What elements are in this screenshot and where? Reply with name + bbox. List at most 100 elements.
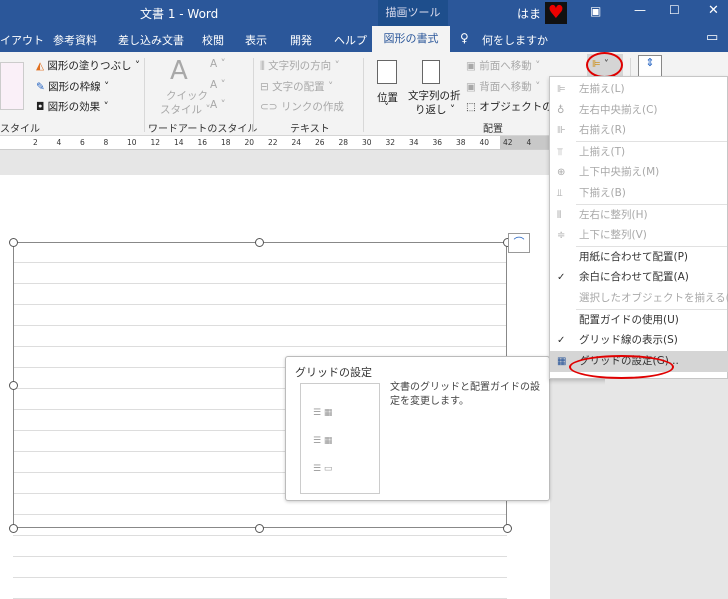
menu-item-label: 選択したオブジェクトを揃える(O) [579,292,728,304]
close-icon[interactable]: ✕ [708,3,719,18]
shape-fill-button[interactable]: ◭ 図形の塗りつぶし ˅ [36,58,140,73]
ruler-tick-label: 20 [244,138,255,147]
wrap-text-button[interactable]: 文字列の折 [408,88,461,103]
gridline [13,577,507,578]
menu-item[interactable]: 用紙に合わせて配置(P) [550,247,728,268]
align-bottom-icon: ⫫ [557,188,563,199]
ruler-tick-label: 22 [268,138,278,147]
tell-me-search[interactable]: 何をしますか [482,32,548,48]
annotation-circle [586,52,623,78]
menu-item-label: 左右中央揃え(C) [579,103,658,116]
menu-item[interactable]: ♁ 左右中央揃え(C) [550,100,728,121]
menu-item-label: 右揃え(R) [579,124,626,137]
context-tab-label: 描画ツール [378,0,448,26]
avatar[interactable]: ♥ [545,2,567,24]
menu-item[interactable]: 配置ガイドの使用(U) [550,310,728,331]
ruler-tick-label: 38 [456,138,466,147]
ruler-tick-label: 10 [127,138,137,147]
align-top-icon: ⫪ [557,146,563,158]
tab-references[interactable]: 参考資料 [53,32,97,48]
menu-item[interactable]: 選択したオブジェクトを揃える(O) [550,288,728,309]
shape-effect-button[interactable]: ◘ 図形の効果 ˅ [36,99,109,114]
checkmark-icon: ✓ [557,272,566,284]
text-align-button[interactable]: ⊟ 文字の配置 ˅ [260,79,333,94]
minimize-icon[interactable]: — [634,3,646,17]
ruler-tick-label: 34 [409,138,419,147]
ruler-tick-label: 40 [479,138,490,147]
gridline [13,556,507,557]
ribbon-tabs: イアウト 参考資料 差し込み文書 校閲 表示 開発 ヘルプ 図形の書式 ♀ 何を… [0,26,728,52]
menu-item[interactable]: ✓ グリッド線の表示(S) [550,330,728,351]
menu-item-label: 上揃え(T) [579,145,626,158]
tab-developer[interactable]: 開発 [290,32,312,48]
shape-style-gallery[interactable] [0,62,24,110]
maximize-icon[interactable]: ☐ [669,3,680,17]
text-fill-icon[interactable]: A ˅ [210,58,226,70]
quick-styles-button[interactable]: スタイル ˅ [160,102,211,117]
resize-handle[interactable] [255,238,264,247]
menu-item[interactable]: ≑ 上下に整列(V) [550,225,728,246]
menu-item[interactable]: ⊕ 上下中央揃え(M) [550,162,728,183]
tab-shape-format[interactable]: 図形の書式 [372,26,450,52]
grid-icon: ▦ [557,355,567,367]
menu-item[interactable]: ⫴ 左右に整列(H) [550,205,728,226]
menu-item-label: 用紙に合わせて配置(P) [579,250,689,263]
ruler-tick-label: 28 [338,138,349,147]
text-direction-button[interactable]: ⫼ 文字列の方向 ˅ [260,58,340,73]
menu-item-label: 下揃え(B) [579,187,626,199]
menu-item[interactable]: ⊫ 左揃え(L) [550,79,728,100]
layout-options-icon[interactable]: ⌒ [508,233,530,253]
tooltip-illustration: ☰ ▦ ☰ ▦ ☰ ▭ [300,383,380,494]
menu-item-label: 余白に合わせて配置(A) [579,271,689,284]
text-outline-icon[interactable]: A ˅ [210,79,226,91]
group-label-wordart: ワードアートのスタイル [148,124,258,135]
ruler-tick-label: 18 [221,138,231,147]
wrap-text-icon[interactable] [422,60,440,84]
ruler-tick-label: 32 [385,138,396,147]
ruler-tick-label: 14 [174,138,184,147]
align-middle-icon: ⊕ [557,167,566,179]
resize-handle[interactable] [255,524,264,533]
menu-item[interactable]: ⫫ 下揃え(B) [550,183,728,204]
tab-mailings[interactable]: 差し込み文書 [118,32,184,48]
align-center-icon: ♁ [557,104,565,116]
menu-item[interactable]: ⊪ 右揃え(R) [550,120,728,141]
tab-review[interactable]: 校閲 [202,32,224,48]
tab-layout[interactable]: イアウト [0,32,44,48]
wordart-a-icon: A [170,56,188,86]
text-effect-icon[interactable]: A ˅ [210,99,226,111]
ruler-tick-label: 24 [291,138,302,147]
resize-handle[interactable] [9,238,18,247]
group-label-styles: スタイル [0,124,40,135]
tooltip-title: グリッドの設定 [295,366,372,379]
ruler-tick-label: 4 [526,138,532,147]
create-link-button[interactable]: ⊂⊃ リンクの作成 [260,99,344,114]
ruler-tick-label: 12 [150,138,161,147]
send-backward-button[interactable]: ▣ 背面へ移動 ˅ [466,79,540,94]
tab-view[interactable]: 表示 [245,32,267,48]
ribbon-display-icon[interactable]: ▣ [590,4,601,18]
quick-styles-label[interactable]: クイック [166,88,208,103]
resize-handle[interactable] [9,524,18,533]
bring-forward-button[interactable]: ▣ 前面へ移動 ˅ [466,58,540,73]
resize-handle[interactable] [9,381,18,390]
ruler-tick-label: 30 [362,138,372,147]
menu-item[interactable]: ✓ 余白に合わせて配置(A) [550,267,728,288]
annotation-circle [569,355,674,379]
group-label-text: テキスト [290,124,330,135]
distribute-vertical-icon: ≑ [557,230,566,242]
tab-help[interactable]: ヘルプ [334,32,367,48]
shape-outline-button[interactable]: ✎ 図形の枠線 ˅ [36,79,109,94]
menu-item[interactable]: ⫪ 上揃え(T) [550,142,728,163]
menu-item-label: 上下中央揃え(M) [579,166,660,179]
user-name[interactable]: はま [517,5,541,22]
menu-item-label: 配置ガイドの使用(U) [579,313,679,326]
ruler-tick-label: 16 [197,138,208,147]
tooltip: グリッドの設定 ☰ ▦ ☰ ▦ ☰ ▭ 文書のグリッドと配置ガイドの設定を変更します… [285,356,550,501]
comment-icon[interactable]: ▭ [706,30,718,45]
selection-pane-button[interactable]: ⬚ オブジェクトの選択 [466,99,550,114]
position-icon[interactable] [377,60,397,84]
resize-handle[interactable] [503,524,512,533]
tooltip-description: 文書のグリッドと配置ガイドの設定を変更します。 [390,382,540,407]
checkmark-icon: ✓ [557,335,566,347]
